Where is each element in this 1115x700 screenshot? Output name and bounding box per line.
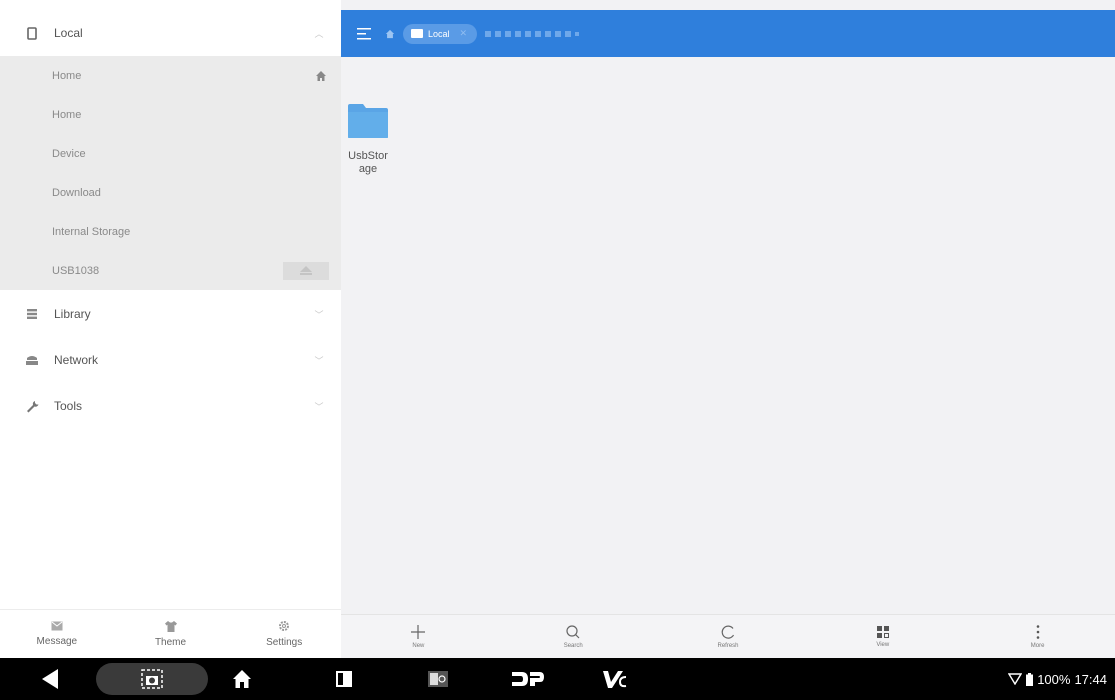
dp-app-icon: [512, 672, 544, 686]
sidebar: Local ︿ Home Home Device Download Intern…: [0, 0, 341, 658]
camera-icon: [141, 669, 163, 689]
storage-icon: [411, 29, 423, 38]
battery-percentage: 100%: [1037, 671, 1071, 687]
wifi-icon: [1008, 673, 1023, 685]
network-icon: [24, 352, 40, 368]
sidebar-item-label: Home: [52, 69, 82, 82]
settings-button[interactable]: Settings: [227, 610, 341, 658]
message-icon: [51, 621, 63, 631]
home-icon[interactable]: [313, 68, 329, 84]
system-navigation-bar: 100% 17:44: [0, 658, 1115, 700]
eject-button[interactable]: [283, 261, 329, 280]
sidebar-item-device[interactable]: Device: [0, 134, 341, 173]
eject-icon: [300, 266, 312, 275]
phone-icon: [24, 25, 40, 41]
chevron-down-icon: ﹀: [314, 401, 324, 412]
folder-icon: [348, 104, 388, 138]
sidebar-bottom-bar: Message Theme Settings: [0, 609, 341, 658]
group-label-network: Network: [54, 353, 99, 367]
shirt-icon: [164, 620, 177, 632]
menu-icon: [357, 27, 371, 39]
view-button[interactable]: View: [805, 615, 960, 658]
refresh-label: Refresh: [717, 643, 739, 649]
group-network[interactable]: Network ﹀: [0, 337, 341, 383]
message-button[interactable]: Message: [0, 610, 114, 658]
status-area: 100% 17:44: [1008, 658, 1107, 700]
chevron-down-icon: ﹀: [314, 309, 324, 320]
sidebar-item-label: USB1038: [52, 264, 100, 277]
more-button[interactable]: More: [960, 615, 1115, 658]
search-icon: [566, 625, 580, 639]
app-shortcut-2[interactable]: [506, 658, 550, 700]
breadcrumb-label: Local: [428, 28, 450, 39]
app-shortcut-1[interactable]: [418, 658, 458, 700]
screenshot-button[interactable]: [96, 658, 208, 700]
group-local[interactable]: Local ︿: [0, 10, 341, 56]
sidebar-item-home[interactable]: Home: [0, 56, 341, 95]
breadcrumb-path-placeholder: [485, 30, 580, 37]
breadcrumb-chip[interactable]: Local ✕: [403, 23, 478, 44]
sidebar-item-label: Device: [52, 147, 86, 160]
sidebar-item-internal-storage[interactable]: Internal Storage: [0, 212, 341, 251]
sidebar-item-label: Internal Storage: [52, 225, 131, 238]
message-label: Message: [36, 636, 78, 647]
diagnostic-app-icon: [428, 671, 448, 687]
more-vertical-icon: [1036, 625, 1039, 639]
bottom-action-bar: New Search Refresh View More: [341, 614, 1115, 658]
more-label: More: [1030, 643, 1045, 649]
settings-label: Settings: [266, 637, 303, 648]
library-icon: [24, 306, 40, 322]
recents-button[interactable]: [324, 658, 364, 700]
group-tools[interactable]: Tools ﹀: [0, 383, 341, 429]
group-label-library: Library: [54, 307, 91, 321]
home-button[interactable]: [222, 658, 262, 700]
file-list-area: UsbStorage: [341, 57, 1115, 614]
folder-name: UsbStorage: [348, 150, 388, 175]
group-library[interactable]: Library ﹀: [0, 291, 341, 337]
wrench-icon: [24, 398, 40, 414]
local-sublist: Home Home Device Download Internal Stora…: [0, 56, 341, 290]
back-button[interactable]: [30, 658, 70, 700]
refresh-button[interactable]: Refresh: [651, 615, 806, 658]
chevron-down-icon: ﹀: [314, 355, 324, 366]
sidebar-item-label: Home: [52, 108, 82, 121]
sidebar-item-label: Download: [52, 186, 101, 199]
sidebar-item-usb[interactable]: USB1038: [0, 251, 341, 290]
search-button[interactable]: Search: [496, 615, 651, 658]
breadcrumb-home-icon[interactable]: [385, 28, 397, 40]
top-toolbar: Local ✕: [341, 10, 1115, 57]
battery-icon: [1026, 672, 1034, 686]
sidebar-item-download[interactable]: Download: [0, 173, 341, 212]
gear-icon: [279, 621, 290, 631]
app-shortcut-3[interactable]: [596, 658, 636, 700]
new-button[interactable]: New: [341, 615, 496, 658]
clock: 17:44: [1074, 671, 1107, 687]
vci-app-icon: [603, 671, 627, 688]
theme-label: Theme: [154, 636, 187, 648]
theme-button[interactable]: Theme: [114, 610, 228, 658]
refresh-icon: [721, 625, 735, 639]
group-label-tools: Tools: [54, 399, 83, 413]
plus-icon: [411, 625, 426, 639]
view-label: View: [876, 642, 890, 648]
folder-item[interactable]: UsbStorage: [346, 103, 390, 176]
home-icon: [233, 670, 251, 688]
grid-view-icon: [876, 626, 889, 638]
menu-button[interactable]: [355, 26, 373, 42]
close-icon[interactable]: ✕: [460, 28, 468, 39]
sidebar-item-home-2[interactable]: Home: [0, 95, 341, 134]
new-label: New: [412, 643, 425, 649]
search-label: Search: [563, 643, 583, 649]
group-label-local: Local: [54, 26, 83, 40]
recents-icon: [336, 671, 352, 687]
back-icon: [42, 669, 58, 689]
chevron-up-icon: ︿: [314, 28, 324, 39]
